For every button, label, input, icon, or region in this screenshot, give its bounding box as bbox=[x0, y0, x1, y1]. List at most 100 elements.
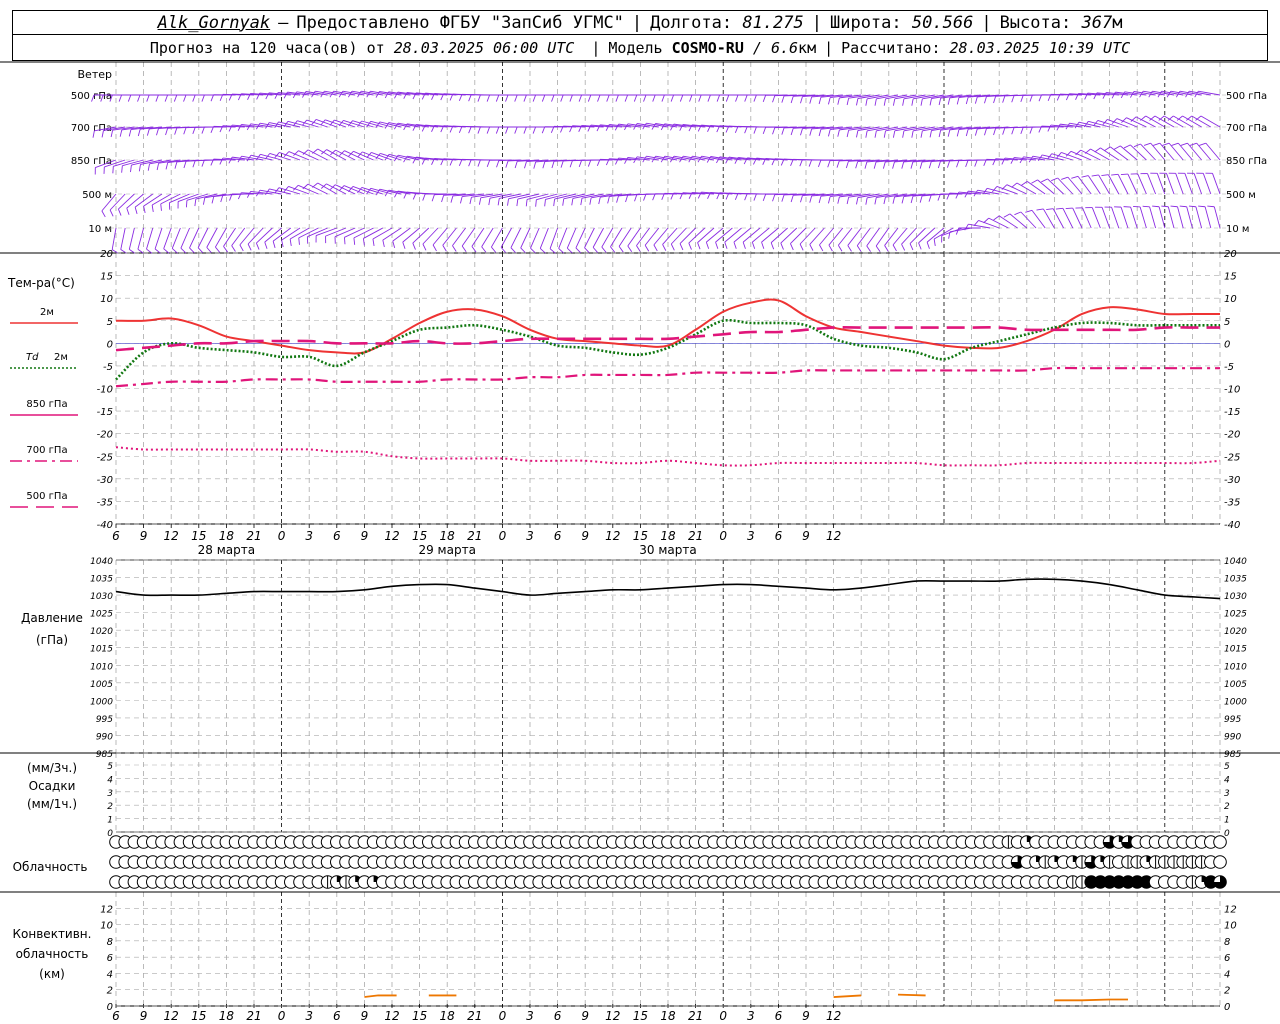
wind-barb bbox=[1159, 172, 1175, 195]
wind-barb-shaft bbox=[1139, 206, 1147, 229]
wind-barb-shaft bbox=[1090, 148, 1110, 161]
wind-barb-flag bbox=[500, 247, 507, 253]
time-tick-label: 0 bbox=[719, 1009, 727, 1023]
wind-barb-shaft bbox=[592, 227, 604, 248]
wind-barb-flag bbox=[382, 239, 385, 248]
temp-axis-title: Тем-ра(°С) bbox=[7, 276, 75, 290]
wind-barb-flag bbox=[597, 94, 601, 102]
pressure-tick-right: 1015 bbox=[1224, 645, 1247, 655]
wind-barb bbox=[1205, 172, 1221, 195]
wind-barb-flag bbox=[450, 195, 454, 203]
wind-barb-flag bbox=[265, 122, 270, 129]
wind-barb-flag bbox=[247, 243, 252, 251]
conv-tick-right: 4 bbox=[1224, 969, 1230, 980]
wind-barb-flag bbox=[164, 94, 169, 102]
cloud-circle bbox=[1213, 835, 1227, 849]
wind-barb-flag bbox=[892, 161, 895, 169]
wind-barb-flag bbox=[1021, 181, 1028, 186]
time-tick-label: 18 bbox=[660, 1009, 676, 1023]
wind-barb-flag bbox=[558, 248, 565, 254]
wind-barb-shaft bbox=[1006, 184, 1027, 195]
wind-barb-flag bbox=[933, 238, 936, 246]
wind-barb-flag bbox=[956, 129, 960, 137]
wind-barb-flag bbox=[535, 199, 537, 207]
wind-barb-flag bbox=[478, 197, 482, 205]
wind-barb-flag bbox=[679, 243, 684, 251]
wind-barb-flag bbox=[615, 94, 619, 102]
wind-barb-flag bbox=[926, 241, 930, 249]
wind-barb-flag bbox=[432, 244, 437, 252]
wind-barb-shaft bbox=[1080, 149, 1101, 161]
wind-barb-flag bbox=[469, 197, 472, 205]
wind-barb-flag bbox=[544, 199, 546, 207]
wind-barb-shaft bbox=[126, 193, 144, 209]
wind-barb-shaft bbox=[1126, 117, 1147, 128]
wind-barb-flag bbox=[955, 227, 960, 235]
wind-barb-flag bbox=[1020, 95, 1024, 103]
wind-barb-shaft bbox=[189, 227, 200, 249]
time-tick-label: 15 bbox=[191, 529, 206, 543]
wind-barb-flag bbox=[1180, 142, 1188, 146]
wind-barb bbox=[265, 122, 291, 129]
wind-barb-flag bbox=[130, 165, 132, 173]
wind-barb bbox=[120, 227, 127, 254]
temp-tick-left: -30 bbox=[97, 475, 113, 486]
wind-barb-flag bbox=[458, 126, 463, 134]
wind-barb-flag bbox=[929, 98, 932, 106]
wind-barb-flag bbox=[772, 127, 776, 135]
wind-barb-shaft bbox=[163, 227, 172, 249]
conv-tick-left: 10 bbox=[100, 921, 113, 932]
wind-barb-flag bbox=[580, 198, 583, 206]
wind-level-label-right: 500 м bbox=[1226, 190, 1256, 201]
wind-barb bbox=[1095, 206, 1111, 229]
wind-barb-flag bbox=[734, 126, 739, 134]
wind-barb-shaft bbox=[549, 227, 559, 249]
wind-barb-flag bbox=[394, 190, 399, 198]
wind-barb-flag bbox=[165, 162, 169, 170]
wind-barb-shaft bbox=[197, 227, 209, 248]
wind-barb-flag bbox=[698, 94, 702, 102]
wind-barb-flag bbox=[477, 159, 481, 167]
pressure-tick-right: 985 bbox=[1224, 750, 1241, 760]
wind-barb-flag bbox=[1011, 182, 1018, 188]
wind-barb bbox=[185, 193, 209, 208]
wind-barb-flag bbox=[847, 245, 852, 252]
wind-barb-flag bbox=[118, 94, 123, 102]
time-tick-label: 3 bbox=[305, 1009, 313, 1023]
wind-barb-flag bbox=[353, 237, 356, 245]
wind-barb bbox=[1130, 173, 1147, 195]
wind-barb-shaft bbox=[154, 227, 163, 250]
wind-barb-shaft bbox=[278, 187, 301, 195]
wind-barb-flag bbox=[790, 195, 794, 203]
wind-barb-flag bbox=[974, 128, 978, 136]
wind-barb bbox=[246, 190, 273, 198]
wind-barb-flag bbox=[171, 248, 178, 254]
wind-barb-flag bbox=[542, 161, 546, 169]
pressure-tick-right: 1025 bbox=[1224, 610, 1247, 620]
wind-barb-flag bbox=[892, 130, 896, 138]
time-tick-label: 21 bbox=[688, 1009, 703, 1023]
wind-barb-flag bbox=[156, 163, 160, 171]
pressure-tick-left: 1005 bbox=[90, 680, 113, 690]
wind-barb-flag bbox=[707, 94, 711, 102]
precip-tick-left: 3 bbox=[107, 789, 113, 799]
wind-barb-flag bbox=[938, 130, 942, 138]
wind-barb-flag bbox=[856, 197, 859, 205]
pressure-tick-right: 995 bbox=[1224, 715, 1241, 725]
wind-barb-flag bbox=[836, 160, 840, 168]
wind-barb-flag bbox=[486, 94, 491, 102]
wind-barb-shaft bbox=[134, 193, 154, 208]
wind-barb-flag bbox=[1055, 207, 1063, 210]
wind-barb-flag bbox=[183, 127, 187, 135]
precip-tick-right: 4 bbox=[1224, 775, 1230, 785]
time-tick-label: 21 bbox=[246, 1009, 261, 1023]
wind-barb-flag bbox=[1020, 127, 1024, 135]
wind-barb-flag bbox=[146, 128, 150, 136]
wind-barb-flag bbox=[772, 194, 776, 202]
wind-barb bbox=[510, 227, 522, 254]
time-tick-label: 6 bbox=[554, 1009, 562, 1023]
wind-barb-flag bbox=[744, 94, 748, 102]
temp-tick-right: -20 bbox=[1224, 430, 1240, 441]
wind-barb bbox=[1020, 126, 1046, 135]
wind-barb-flag bbox=[883, 197, 886, 205]
